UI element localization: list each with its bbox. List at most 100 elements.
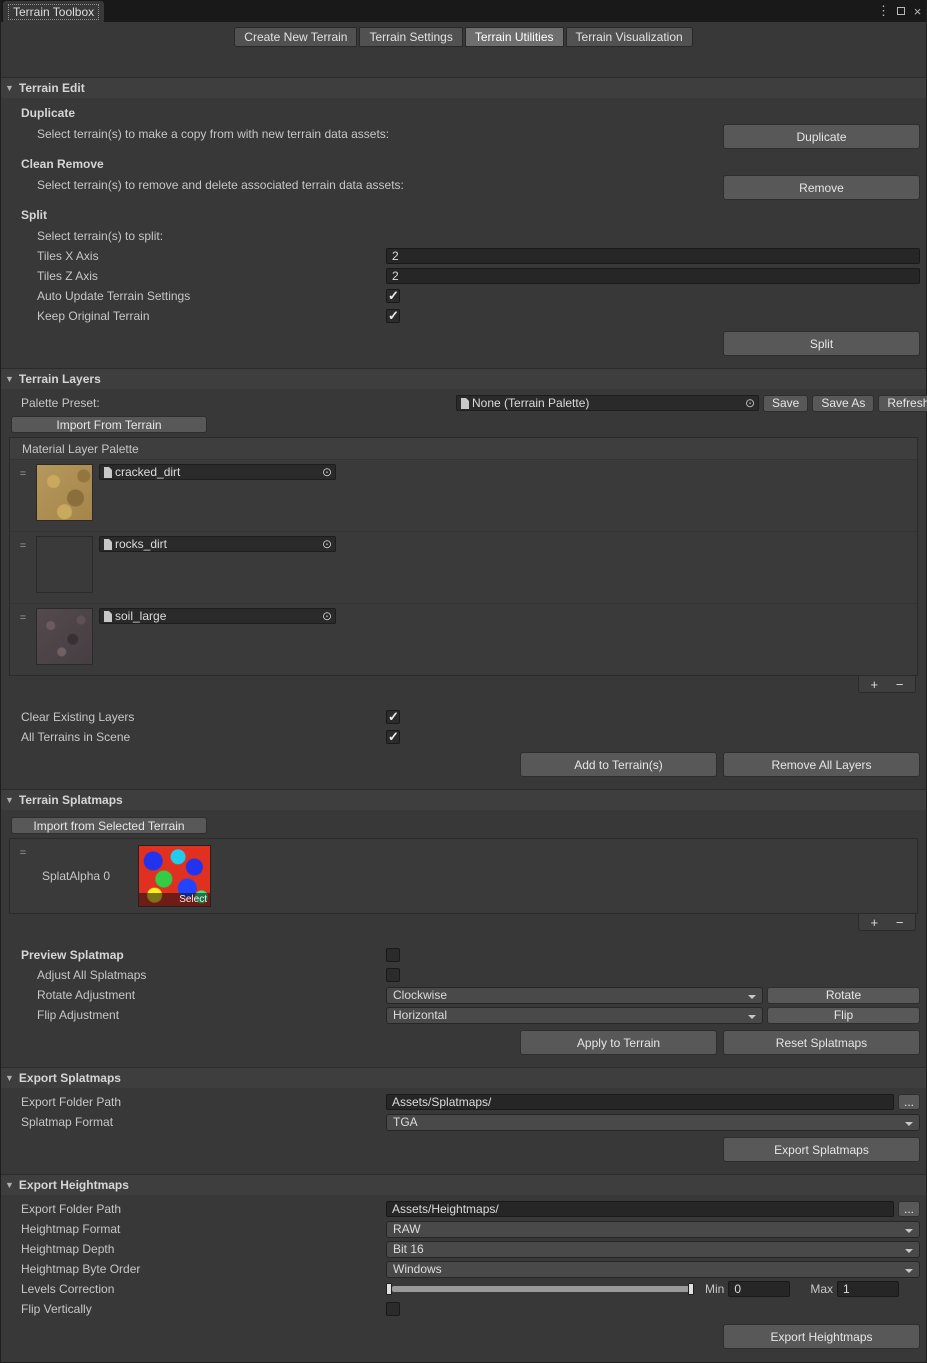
min-input[interactable]: 0: [728, 1281, 790, 1297]
object-picker-icon[interactable]: ⊙: [319, 609, 335, 623]
foldout-arrow-icon[interactable]: ▼: [5, 1073, 14, 1083]
layer-object-field[interactable]: rocks_dirt ⊙: [99, 536, 336, 552]
preview-splatmap-row: Preview Splatmap: [1, 945, 926, 965]
object-picker-icon[interactable]: ⊙: [319, 465, 335, 479]
auto-update-label: Auto Update Terrain Settings: [1, 289, 386, 303]
foldout-arrow-icon[interactable]: ▼: [5, 374, 14, 384]
export-heightmaps-button[interactable]: Export Heightmaps: [723, 1324, 920, 1349]
preview-splatmap-checkbox[interactable]: [386, 948, 400, 962]
slider-min-handle[interactable]: [386, 1283, 392, 1295]
tiles-z-input[interactable]: 2: [386, 268, 920, 284]
split-button[interactable]: Split: [723, 331, 920, 356]
drag-handle-icon[interactable]: =: [10, 608, 36, 665]
splatmap-format-row: Splatmap Format TGA: [1, 1112, 926, 1132]
export-splatmaps-button[interactable]: Export Splatmaps: [723, 1137, 920, 1162]
tab-create-new-terrain[interactable]: Create New Terrain: [234, 27, 357, 47]
tab-terrain-settings[interactable]: Terrain Settings: [359, 27, 462, 47]
auto-update-checkbox[interactable]: [386, 289, 400, 303]
layer-thumbnail[interactable]: [36, 464, 93, 521]
foldout-arrow-icon[interactable]: ▼: [5, 83, 14, 93]
levels-correction-slider[interactable]: [386, 1282, 694, 1296]
remove-splat-button[interactable]: −: [890, 916, 910, 929]
palette-preset-row: Palette Preset: None (Terrain Palette) ⊙…: [1, 393, 926, 413]
window-tab[interactable]: Terrain Toolbox: [3, 1, 104, 22]
heightmap-format-dropdown[interactable]: RAW: [386, 1221, 920, 1238]
levels-correction-row: Levels Correction Min 0 Max 1: [1, 1279, 926, 1299]
reset-splatmaps-button[interactable]: Reset Splatmaps: [723, 1030, 920, 1055]
height-export-folder-input[interactable]: Assets/Heightmaps/: [386, 1201, 894, 1217]
export-heightmaps-body: Export Folder Path Assets/Heightmaps/ ..…: [1, 1195, 926, 1361]
flip-adjustment-dropdown[interactable]: Horizontal: [386, 1007, 763, 1024]
splatmap-thumbnail[interactable]: Select: [138, 845, 211, 907]
object-picker-icon[interactable]: ⊙: [742, 396, 758, 410]
max-input[interactable]: 1: [837, 1281, 899, 1297]
all-terrains-checkbox[interactable]: [386, 730, 400, 744]
drag-handle-icon[interactable]: =: [10, 536, 36, 593]
material-layer-palette-list: Material Layer Palette = cracked_dirt ⊙ …: [9, 437, 918, 676]
slider-max-handle[interactable]: [688, 1283, 694, 1295]
foldout-arrow-icon[interactable]: ▼: [5, 795, 14, 805]
splat-export-folder-row: Export Folder Path Assets/Splatmaps/ ...: [1, 1092, 926, 1112]
refresh-button[interactable]: Refresh: [878, 395, 927, 412]
section-export-heightmaps-header[interactable]: ▼ Export Heightmaps: [1, 1174, 926, 1195]
layer-row: = soil_large ⊙: [10, 603, 917, 675]
palette-preset-field[interactable]: None (Terrain Palette) ⊙: [456, 395, 759, 411]
heightmap-depth-dropdown[interactable]: Bit 16: [386, 1241, 920, 1258]
heightmap-byte-order-dropdown[interactable]: Windows: [386, 1261, 920, 1278]
palette-preset-value: None (Terrain Palette): [472, 396, 739, 410]
section-terrain-layers-header[interactable]: ▼ Terrain Layers: [1, 368, 926, 389]
save-button[interactable]: Save: [763, 395, 808, 412]
add-layer-button[interactable]: +: [864, 678, 884, 691]
foldout-arrow-icon[interactable]: ▼: [5, 1180, 14, 1190]
layer-thumbnail[interactable]: [36, 536, 93, 593]
section-terrain-splatmaps-header[interactable]: ▼ Terrain Splatmaps: [1, 789, 926, 810]
layer-thumbnail[interactable]: [36, 608, 93, 665]
close-icon[interactable]: ×: [909, 0, 926, 22]
layer-object-field[interactable]: cracked_dirt ⊙: [99, 464, 336, 480]
apply-to-terrain-button[interactable]: Apply to Terrain: [520, 1030, 717, 1055]
flip-button[interactable]: Flip: [767, 1007, 920, 1024]
tiles-x-input[interactable]: 2: [386, 248, 920, 264]
splat-export-folder-input[interactable]: Assets/Splatmaps/: [386, 1094, 894, 1110]
menu-icon[interactable]: ⋮: [875, 0, 892, 22]
import-from-selected-terrain-button[interactable]: Import from Selected Terrain: [11, 817, 207, 834]
layer-object-field[interactable]: soil_large ⊙: [99, 608, 336, 624]
tiles-z-value: 2: [392, 269, 399, 283]
splat-browse-button[interactable]: ...: [898, 1094, 920, 1110]
drag-handle-icon[interactable]: =: [10, 464, 36, 521]
import-from-terrain-button[interactable]: Import From Terrain: [11, 416, 207, 433]
adjust-all-checkbox[interactable]: [386, 968, 400, 982]
object-picker-icon[interactable]: ⊙: [319, 537, 335, 551]
heightmap-format-value: RAW: [393, 1222, 421, 1236]
tab-terrain-utilities[interactable]: Terrain Utilities: [465, 27, 564, 47]
tiles-z-label: Tiles Z Axis: [1, 269, 386, 283]
section-title: Terrain Splatmaps: [19, 793, 123, 807]
section-title: Terrain Layers: [19, 372, 101, 386]
flip-vertically-checkbox[interactable]: [386, 1302, 400, 1316]
keep-original-checkbox[interactable]: [386, 309, 400, 323]
flip-adjustment-row: Flip Adjustment Horizontal Flip: [1, 1005, 926, 1025]
section-terrain-edit-header[interactable]: ▼ Terrain Edit: [1, 77, 926, 98]
remove-layer-button[interactable]: −: [890, 678, 910, 691]
clear-existing-checkbox[interactable]: [386, 710, 400, 724]
section-title: Terrain Edit: [19, 81, 85, 95]
height-browse-button[interactable]: ...: [898, 1201, 920, 1217]
splatmap-format-dropdown[interactable]: TGA: [386, 1114, 920, 1131]
save-as-button[interactable]: Save As: [812, 395, 874, 412]
drag-handle-icon[interactable]: =: [10, 839, 36, 859]
rotate-button[interactable]: Rotate: [767, 987, 920, 1004]
asset-icon: [103, 539, 112, 550]
section-export-splatmaps-header[interactable]: ▼ Export Splatmaps: [1, 1067, 926, 1088]
rotate-adjustment-dropdown[interactable]: Clockwise: [386, 987, 763, 1004]
add-to-terrain-button[interactable]: Add to Terrain(s): [520, 752, 717, 777]
export-splatmaps-body: Export Folder Path Assets/Splatmaps/ ...…: [1, 1088, 926, 1174]
maximize-icon[interactable]: [892, 0, 909, 22]
add-splat-button[interactable]: +: [864, 916, 884, 929]
rotate-adjustment-value: Clockwise: [393, 988, 447, 1002]
remove-all-layers-button[interactable]: Remove All Layers: [723, 752, 920, 777]
tab-terrain-visualization[interactable]: Terrain Visualization: [566, 27, 693, 47]
duplicate-button[interactable]: Duplicate: [723, 124, 920, 149]
select-label[interactable]: Select: [139, 893, 210, 906]
remove-button[interactable]: Remove: [723, 175, 920, 200]
section-title: Export Heightmaps: [19, 1178, 129, 1192]
